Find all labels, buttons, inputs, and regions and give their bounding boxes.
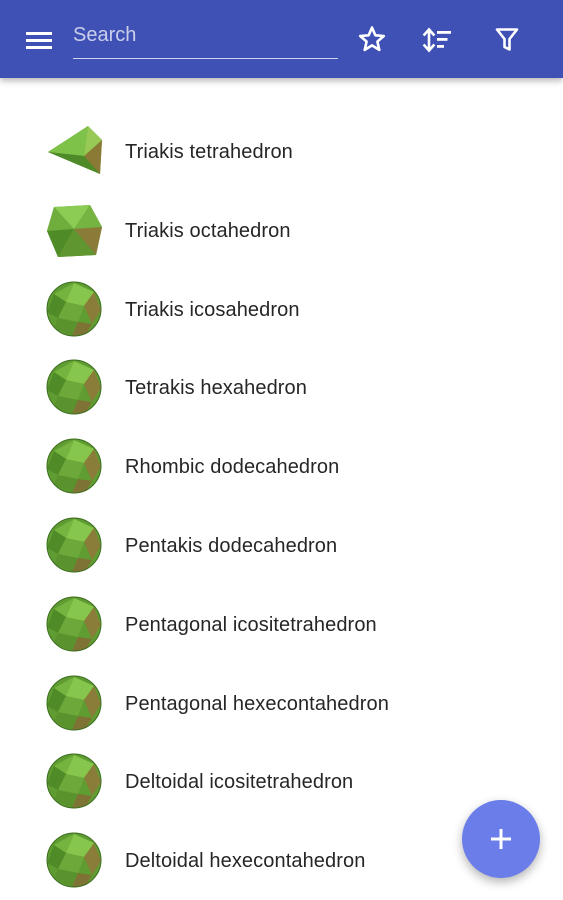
list-item[interactable]: Pentakis dodecahedron bbox=[0, 506, 563, 585]
list-item-label: Triakis tetrahedron bbox=[125, 141, 293, 163]
polyhedron-icon bbox=[44, 280, 104, 338]
sort-button[interactable] bbox=[420, 22, 456, 58]
search-input[interactable] bbox=[73, 20, 333, 50]
polyhedron-icon bbox=[44, 831, 104, 889]
menu-button[interactable] bbox=[22, 26, 58, 54]
filter-icon bbox=[495, 28, 519, 51]
list-item-label: Pentagonal icositetrahedron bbox=[125, 613, 377, 636]
polyhedron-icon bbox=[44, 358, 104, 416]
list-item-label: Deltoidal icositetrahedron bbox=[125, 771, 354, 794]
star-outline-icon bbox=[358, 26, 386, 52]
filter-button[interactable] bbox=[489, 22, 525, 58]
list-item[interactable]: Triakis icosahedron bbox=[0, 270, 563, 349]
list-item-label: Pentakis dodecahedron bbox=[125, 534, 338, 557]
list-item-label: Tetrakis hexahedron bbox=[125, 377, 308, 400]
polyhedron-icon bbox=[44, 674, 104, 732]
list-item-label: Pentagonal hexecontahedron bbox=[125, 692, 389, 715]
polyhedron-icon bbox=[44, 516, 104, 574]
list-item[interactable]: Triakis octahedron bbox=[0, 191, 563, 270]
favorites-button[interactable] bbox=[354, 22, 390, 58]
list-item-label: Deltoidal hexecontahedron bbox=[125, 850, 366, 873]
list-item-label: Rhombic dodecahedron bbox=[125, 456, 340, 479]
list-item[interactable]: Rhombic dodecahedron bbox=[0, 427, 563, 506]
plus-icon bbox=[491, 829, 511, 849]
sort-icon bbox=[422, 27, 451, 53]
polyhedron-icon bbox=[44, 122, 104, 180]
polyhedron-icon bbox=[44, 595, 104, 653]
hamburger-menu-icon bbox=[26, 32, 52, 49]
list-item[interactable]: Pentagonal hexecontahedron bbox=[0, 664, 563, 743]
app-screen: Triakis tetrahedron Triakis octahedron Tri… bbox=[0, 0, 563, 900]
polyhedron-icon bbox=[44, 437, 104, 495]
list-item[interactable]: Triakis tetrahedron bbox=[0, 112, 563, 191]
list-item[interactable]: Tetrakis hexahedron bbox=[0, 348, 563, 427]
add-button[interactable] bbox=[462, 800, 540, 878]
polyhedron-icon bbox=[44, 201, 104, 259]
app-bar bbox=[0, 0, 563, 78]
list-item-label: Triakis octahedron bbox=[125, 219, 291, 242]
list-item-label: Triakis icosahedron bbox=[125, 298, 300, 321]
search-field bbox=[73, 16, 338, 59]
list-item[interactable]: Pentagonal icositetrahedron bbox=[0, 585, 563, 664]
polyhedron-icon bbox=[44, 752, 104, 810]
polyhedron-list: Triakis tetrahedron Triakis octahedron Tri… bbox=[0, 112, 563, 900]
